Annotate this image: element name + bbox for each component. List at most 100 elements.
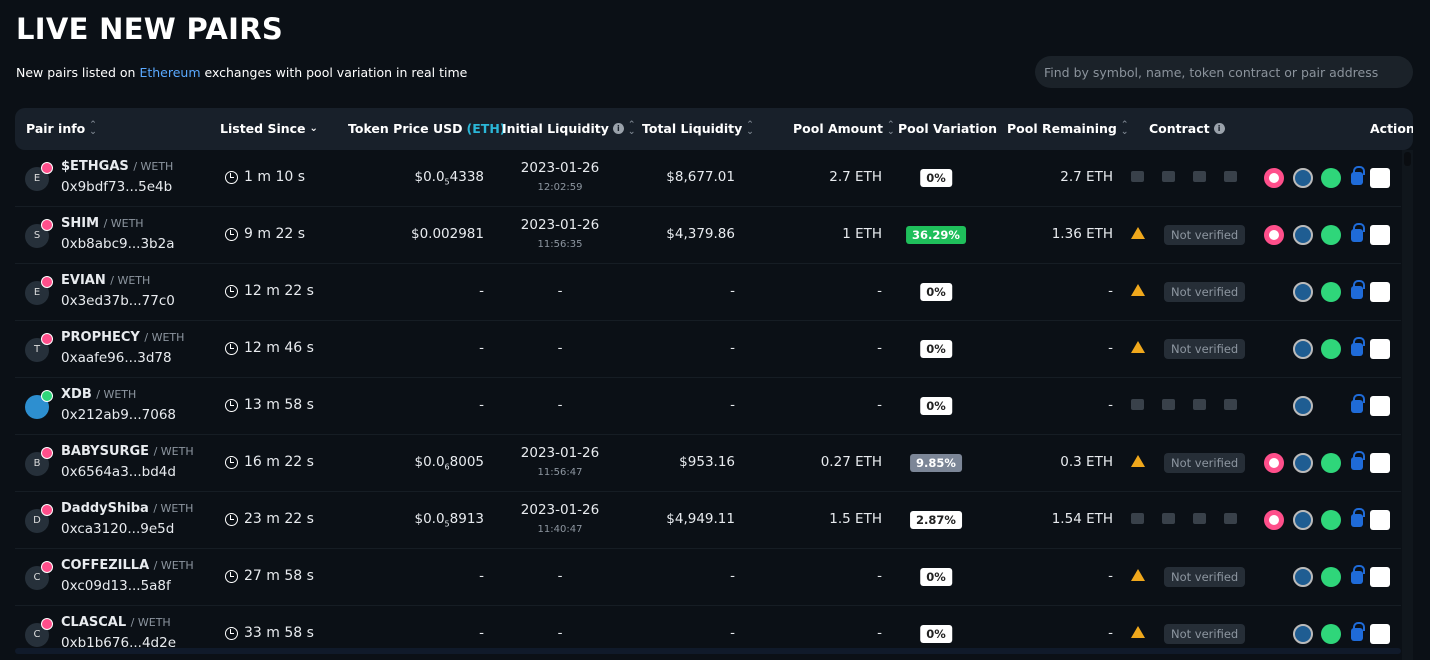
- table-row[interactable]: T PROPHECY / WETH 0xaafe96...3d78 12 m 46 s…: [15, 321, 1401, 378]
- table-row[interactable]: D DaddyShiba / WETH 0xca3120...9e5d 23 m 22…: [15, 492, 1401, 549]
- analytics-icon[interactable]: [1370, 225, 1390, 245]
- green-dex-icon[interactable]: [1321, 339, 1341, 359]
- price-digits: 8913: [449, 511, 484, 527]
- green-dex-icon[interactable]: [1321, 453, 1341, 473]
- green-dex-icon[interactable]: [1321, 225, 1341, 245]
- analytics-icon[interactable]: [1370, 510, 1390, 530]
- chart-icon[interactable]: [1293, 339, 1313, 359]
- chart-icon[interactable]: [1293, 624, 1313, 644]
- pair-symbol[interactable]: COFFEZILLA / WETH: [61, 558, 194, 573]
- column-label: Listed Since: [220, 121, 306, 136]
- lock-icon: [1162, 399, 1175, 410]
- column-label: Token Price USD: [348, 121, 463, 136]
- scrollbar-thumb[interactable]: [1404, 152, 1411, 166]
- lock-icon[interactable]: [1351, 622, 1365, 641]
- pair-address[interactable]: 0xca3120...9e5d: [61, 521, 174, 537]
- clock-icon: [225, 284, 238, 298]
- add-liquidity-icon: [1131, 171, 1144, 182]
- green-dex-icon[interactable]: [1321, 567, 1341, 587]
- green-dex-icon[interactable]: [1321, 624, 1341, 644]
- token-price: $0.002981: [411, 226, 484, 244]
- lock-icon[interactable]: [1351, 337, 1365, 356]
- price-main: -: [479, 283, 484, 299]
- add-liquidity-icon: [1131, 399, 1144, 410]
- column-pair-info[interactable]: Pair info ⌃ ⌄: [26, 120, 97, 136]
- lock-icon[interactable]: [1351, 166, 1365, 185]
- column-pool-variation[interactable]: Pool Variation: [898, 121, 997, 136]
- table-row[interactable]: S SHIM / WETH 0xb8abc9...3b2a 9 m 22 s $0.00…: [15, 207, 1401, 264]
- uniswap-icon[interactable]: [1264, 453, 1284, 473]
- green-dex-icon[interactable]: [1321, 510, 1341, 530]
- warning-icon: [1131, 227, 1145, 239]
- pairs-table: Pair info ⌃ ⌄ Listed Since ⌄ Token Price US…: [15, 108, 1413, 660]
- pair-address[interactable]: 0x9bdf73...5e4b: [61, 179, 172, 195]
- column-label: Pair info: [26, 121, 86, 136]
- column-token-price[interactable]: Token Price USD (ETH): [348, 121, 506, 136]
- lock-icon[interactable]: [1351, 280, 1365, 299]
- lock-icon[interactable]: [1351, 565, 1365, 584]
- column-pool-amount[interactable]: Pool Amount ⌃ ⌄: [793, 120, 895, 136]
- analytics-icon[interactable]: [1370, 453, 1390, 473]
- column-initial-liquidity[interactable]: Initial Liquidity i ⌃ ⌄: [502, 120, 635, 136]
- chart-icon[interactable]: [1293, 396, 1313, 416]
- token-price: $0.068005: [414, 454, 484, 472]
- pair-symbol[interactable]: DaddyShiba / WETH: [61, 501, 193, 516]
- listed-since: 27 m 58 s: [225, 568, 314, 584]
- vertical-scrollbar[interactable]: [1402, 150, 1413, 660]
- uniswap-icon[interactable]: [1264, 225, 1284, 245]
- chart-icon[interactable]: [1293, 168, 1313, 188]
- column-pool-remaining[interactable]: Pool Remaining ⌃ ⌄: [1007, 119, 1129, 137]
- lock-icon[interactable]: [1351, 223, 1365, 242]
- lock-icon[interactable]: [1351, 508, 1365, 527]
- total-liquidity: -: [730, 568, 735, 584]
- pair-address[interactable]: 0x6564a3...bd4d: [61, 464, 176, 480]
- pair-symbol[interactable]: SHIM / WETH: [61, 216, 144, 231]
- initial-liquidity-date: 2023-01-26: [520, 217, 600, 233]
- dex-badge-icon: [41, 276, 53, 288]
- analytics-icon[interactable]: [1370, 624, 1390, 644]
- green-dex-icon[interactable]: [1321, 282, 1341, 302]
- pair-symbol[interactable]: BABYSURGE / WETH: [61, 444, 194, 459]
- uniswap-icon[interactable]: [1264, 510, 1284, 530]
- analytics-icon[interactable]: [1370, 168, 1390, 188]
- uniswap-icon[interactable]: [1264, 168, 1284, 188]
- pair-address[interactable]: 0xc09d13...5a8f: [61, 578, 171, 594]
- pair-address[interactable]: 0xaafe96...3d78: [61, 350, 172, 366]
- lock-icon[interactable]: [1351, 394, 1365, 413]
- horizontal-scrollbar[interactable]: [15, 648, 1401, 654]
- column-listed-since[interactable]: Listed Since ⌄: [220, 121, 318, 136]
- chart-icon[interactable]: [1293, 282, 1313, 302]
- dex-badge-icon: [41, 561, 53, 573]
- pair-symbol[interactable]: PROPHECY / WETH: [61, 330, 184, 345]
- pair-symbol[interactable]: EVIAN / WETH: [61, 273, 150, 288]
- column-total-liquidity[interactable]: Total Liquidity ⌃ ⌄: [642, 120, 754, 136]
- pair-address[interactable]: 0xb8abc9...3b2a: [61, 236, 174, 252]
- analytics-icon[interactable]: [1370, 339, 1390, 359]
- pair-address[interactable]: 0x212ab9...7068: [61, 407, 176, 423]
- table-row[interactable]: E $ETHGAS / WETH 0x9bdf73...5e4b 1 m 10 s $0…: [15, 150, 1401, 207]
- search-input[interactable]: [1035, 56, 1413, 88]
- chart-icon[interactable]: [1293, 225, 1313, 245]
- chart-icon[interactable]: [1293, 510, 1313, 530]
- analytics-icon[interactable]: [1370, 282, 1390, 302]
- lock-icon[interactable]: [1351, 451, 1365, 470]
- column-label: Actions: [1370, 121, 1413, 136]
- sort-icon: ⌃ ⌄: [1120, 119, 1129, 137]
- token-price: -: [479, 397, 484, 415]
- chart-icon[interactable]: [1293, 453, 1313, 473]
- table-row[interactable]: B BABYSURGE / WETH 0x6564a3...bd4d 16 m 22 …: [15, 435, 1401, 492]
- analytics-icon[interactable]: [1370, 567, 1390, 587]
- pool-remaining: -: [1108, 568, 1113, 584]
- chart-icon[interactable]: [1293, 567, 1313, 587]
- ethereum-link[interactable]: Ethereum: [139, 65, 200, 80]
- pair-symbol[interactable]: XDB / WETH: [61, 387, 136, 402]
- pair-symbol[interactable]: $ETHGAS / WETH: [61, 159, 173, 174]
- table-row[interactable]: XDB / WETH 0x212ab9...7068 13 m 58 s - - - - 0%…: [15, 378, 1401, 435]
- table-row[interactable]: E EVIAN / WETH 0x3ed37b...77c0 12 m 22 s---…: [15, 264, 1401, 321]
- info-icon: i: [1213, 123, 1225, 134]
- analytics-icon[interactable]: [1370, 396, 1390, 416]
- pair-symbol[interactable]: CLASCAL / WETH: [61, 615, 171, 630]
- green-dex-icon[interactable]: [1321, 168, 1341, 188]
- pair-address[interactable]: 0x3ed37b...77c0: [61, 293, 175, 309]
- table-row[interactable]: C COFFEZILLA / WETH 0xc09d13...5a8f 27 m 58…: [15, 549, 1401, 606]
